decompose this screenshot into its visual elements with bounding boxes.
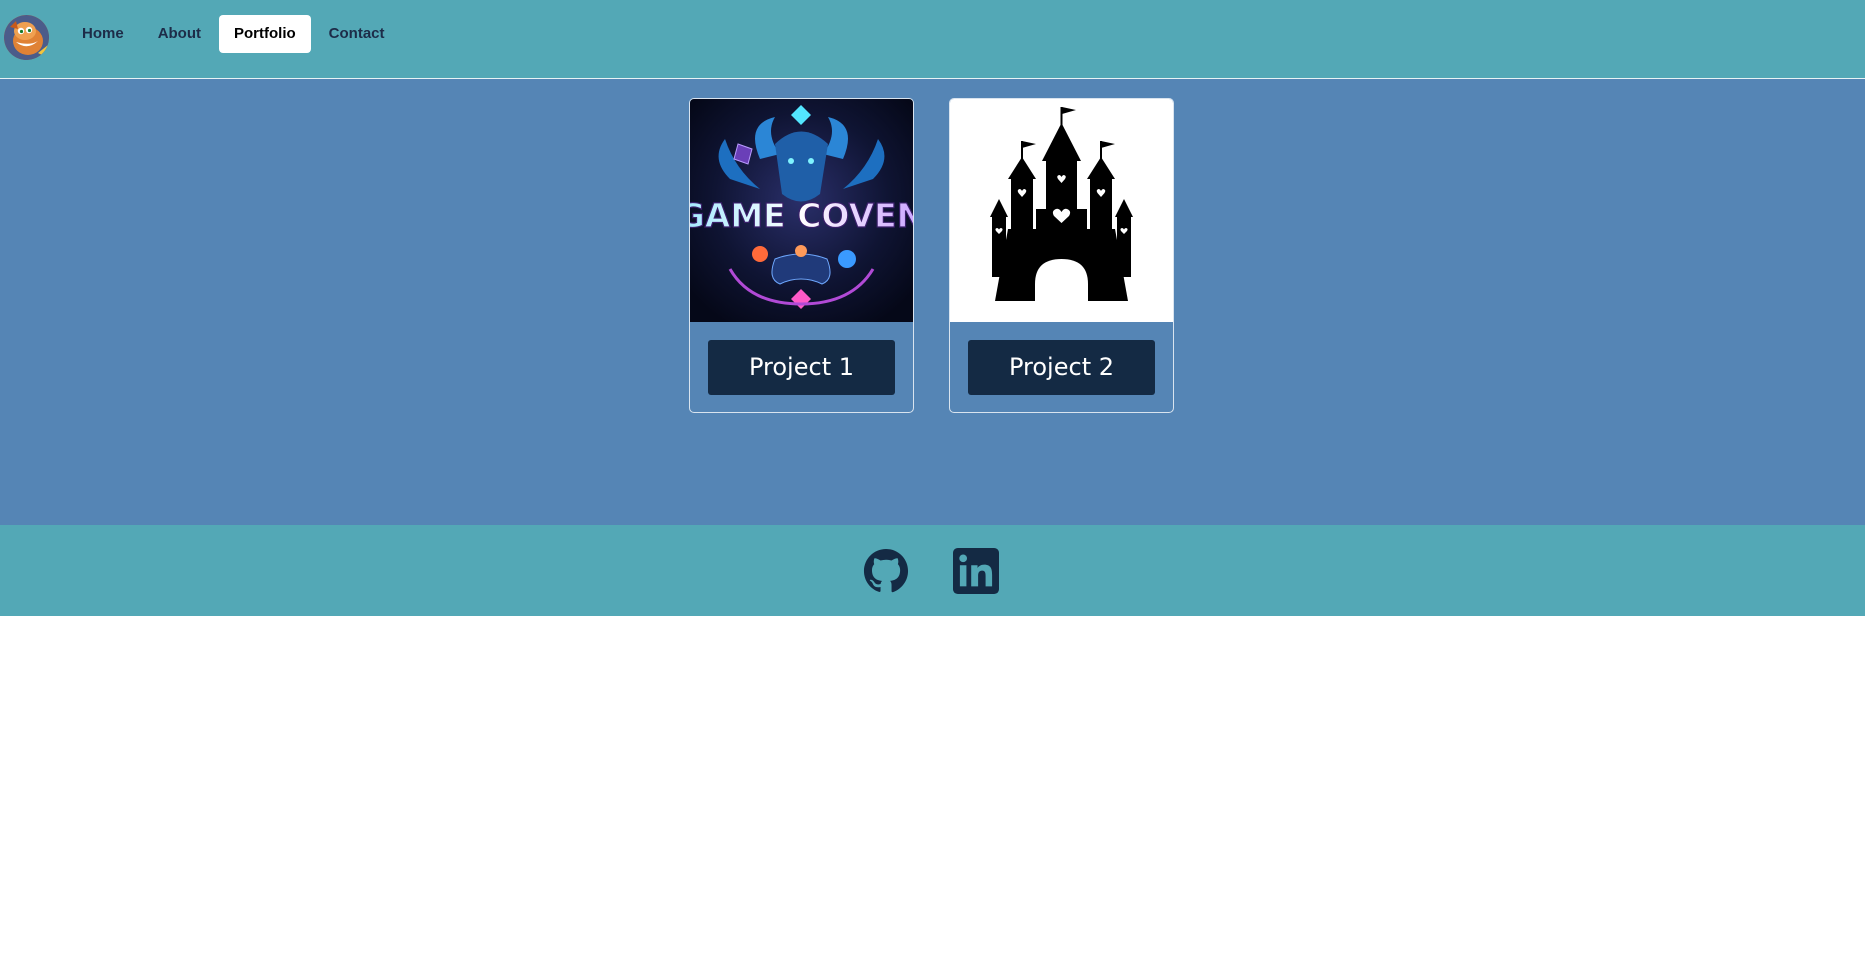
nav-home[interactable]: Home (66, 15, 140, 53)
footer (0, 525, 1865, 616)
header: Home About Portfolio Contact (0, 0, 1865, 79)
project-card-1: GAME COVEN Project 1 (689, 98, 914, 413)
project-2-button[interactable]: Project 2 (968, 340, 1155, 395)
avatar[interactable] (4, 15, 49, 60)
logo-text: GAME COVEN (690, 196, 913, 235)
castle-silhouette-image[interactable] (950, 99, 1173, 322)
nav-contact[interactable]: Contact (313, 15, 401, 53)
nav-about[interactable]: About (142, 15, 217, 53)
github-icon[interactable] (863, 548, 909, 594)
nav-portfolio[interactable]: Portfolio (219, 15, 311, 53)
main-nav: Home About Portfolio Contact (66, 15, 403, 53)
linkedin-icon[interactable] (953, 548, 999, 594)
game-coven-logo-image[interactable]: GAME COVEN (690, 99, 913, 322)
project-1-button[interactable]: Project 1 (708, 340, 895, 395)
avatar-image (4, 15, 49, 60)
project-card-2: Project 2 (949, 98, 1174, 413)
portfolio-section: GAME COVEN Project 1 Project 2 (0, 79, 1865, 525)
